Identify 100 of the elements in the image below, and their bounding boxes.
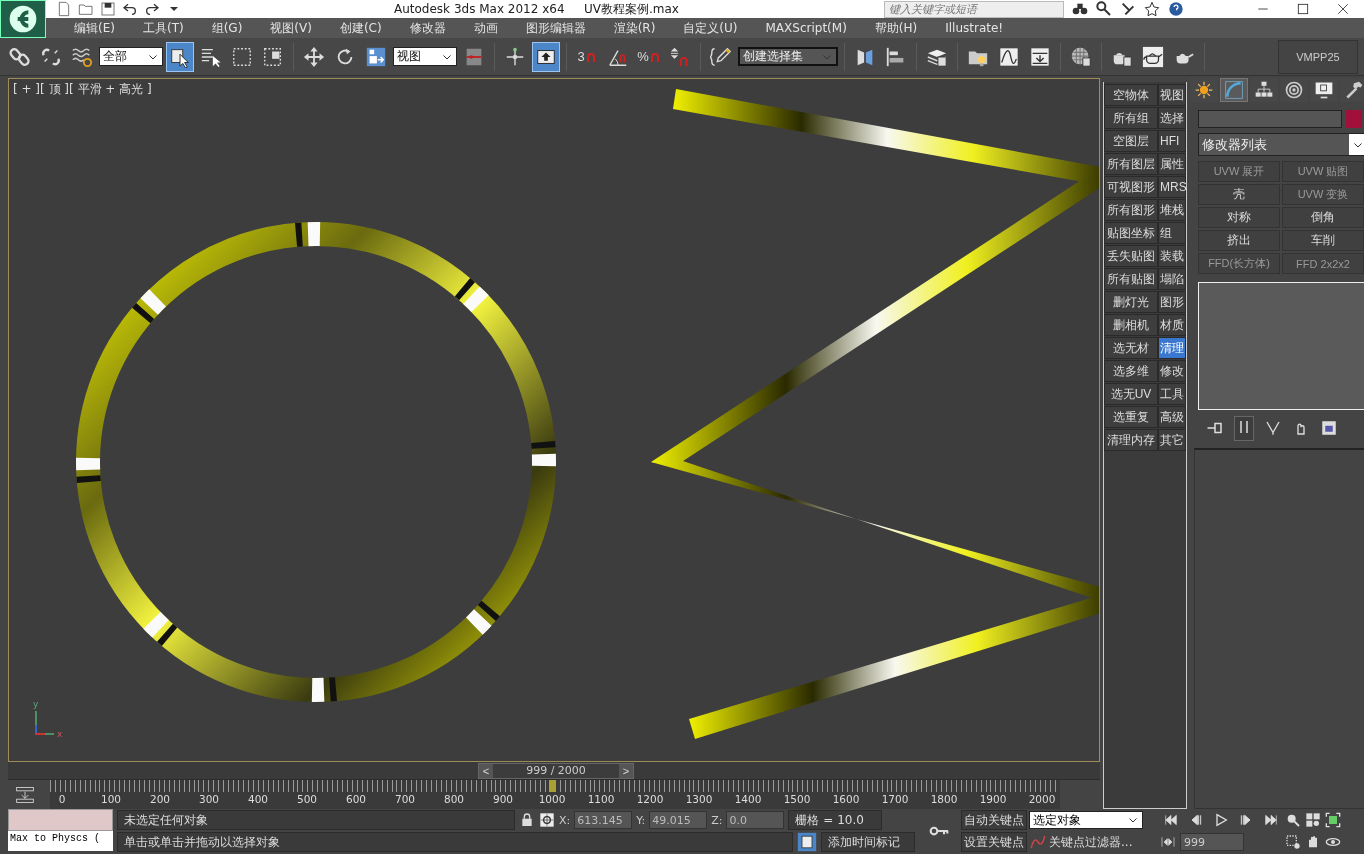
fork-icon[interactable] xyxy=(1264,419,1282,437)
script-button[interactable]: 修改 xyxy=(1158,360,1186,382)
script-button[interactable]: 视图 xyxy=(1158,84,1186,106)
script-button[interactable]: 删相机 xyxy=(1104,314,1158,336)
script-listener-output[interactable]: Max to Physcs ( xyxy=(8,831,113,851)
script-button[interactable]: 所有贴图 xyxy=(1104,268,1158,290)
menu-item[interactable]: 视图(V) xyxy=(256,19,326,37)
modifier-button[interactable]: 倒角 xyxy=(1282,207,1364,228)
absolute-mode-icon[interactable] xyxy=(539,812,555,828)
menu-item[interactable]: 组(G) xyxy=(197,19,257,37)
x-field[interactable]: 613.145 xyxy=(574,811,633,829)
script-button[interactable]: 清理内存 xyxy=(1104,429,1158,451)
region-zoom-icon[interactable] xyxy=(1285,834,1301,850)
modifier-button[interactable]: 壳 xyxy=(1198,184,1280,205)
script-button[interactable]: 空物体 xyxy=(1104,84,1158,106)
menu-item[interactable]: 动画 xyxy=(459,19,512,37)
configure-icon[interactable] xyxy=(1320,419,1338,437)
name-field[interactable] xyxy=(1198,110,1342,128)
zoom-icon[interactable] xyxy=(1285,812,1301,828)
zoom-extents-icon[interactable] xyxy=(1325,812,1341,828)
y-field[interactable]: 49.015 xyxy=(649,811,708,829)
script-button[interactable]: 组 xyxy=(1158,222,1186,244)
menu-item[interactable]: Illustrate! xyxy=(931,21,1018,35)
script-button[interactable]: 其它 xyxy=(1158,429,1186,451)
previous-frame-button[interactable]: < xyxy=(479,764,493,778)
star-icon[interactable] xyxy=(1144,1,1160,17)
script-button[interactable]: 堆栈 xyxy=(1158,199,1186,221)
script-button[interactable]: 空图层 xyxy=(1104,130,1158,152)
app-logo[interactable] xyxy=(0,0,46,38)
modifier-stack[interactable] xyxy=(1198,282,1364,410)
undo-icon[interactable] xyxy=(122,1,138,17)
redo-icon[interactable] xyxy=(144,1,160,17)
search-field[interactable]: 键入关键字或短语 xyxy=(884,0,1064,18)
save-icon[interactable] xyxy=(100,1,116,17)
snap-toggle[interactable]: 3 xyxy=(573,41,601,72)
toolbar-button[interactable]: VMPP25 xyxy=(1278,39,1358,74)
color-swatch[interactable] xyxy=(1346,110,1362,128)
script-button[interactable]: 所有图层 xyxy=(1104,153,1158,175)
script-button[interactable]: 清理 xyxy=(1158,337,1186,359)
script-button[interactable]: 选无UV xyxy=(1104,383,1158,405)
lock-icon[interactable] xyxy=(519,812,535,828)
script-button[interactable]: 选多维 xyxy=(1104,360,1158,382)
maximize-icon[interactable] xyxy=(1296,2,1310,16)
script-listener-field[interactable] xyxy=(8,809,113,831)
script-button[interactable]: 丢失贴图 xyxy=(1104,245,1158,267)
menu-item[interactable]: 修改器 xyxy=(395,19,460,37)
menu-item[interactable]: 帮助(H) xyxy=(860,19,932,37)
script-button[interactable]: 图形 xyxy=(1158,291,1186,313)
key-mode-icon[interactable] xyxy=(1160,834,1176,850)
menu-item[interactable]: 图形编辑器 xyxy=(511,19,600,37)
z-field[interactable]: 0.0 xyxy=(726,811,785,829)
auto-key-button[interactable]: 自动关键点 xyxy=(961,810,1027,830)
snap-toggle[interactable]: % xyxy=(635,41,663,72)
script-button[interactable]: 可视图形 xyxy=(1104,176,1158,198)
set-key-button[interactable]: 设置关键点 xyxy=(961,832,1027,852)
script-button[interactable]: 所有图形 xyxy=(1104,199,1158,221)
dropdown[interactable]: 创建选择集 xyxy=(738,47,838,66)
script-button[interactable]: 贴图坐标 xyxy=(1104,222,1158,244)
script-button[interactable]: 工具 xyxy=(1158,383,1186,405)
modifier-list-dropdown[interactable]: 修改器列表 xyxy=(1198,133,1364,156)
menu-item[interactable]: 创建(C) xyxy=(325,19,396,37)
menu-item[interactable]: MAXScript(M) xyxy=(751,21,861,35)
selection-set-dropdown[interactable]: 选定对象 xyxy=(1029,811,1143,829)
script-button[interactable]: MRS xyxy=(1158,176,1186,198)
binoculars-icon[interactable] xyxy=(1072,1,1088,17)
zoom-all-icon[interactable] xyxy=(1305,812,1321,828)
time-tag-icon[interactable] xyxy=(797,832,817,852)
script-button[interactable]: 删灯光 xyxy=(1104,291,1158,313)
script-button[interactable]: 选择 xyxy=(1158,107,1186,129)
script-button[interactable]: HFI xyxy=(1158,130,1186,152)
curve-editor-toggle-icon[interactable] xyxy=(15,784,35,805)
script-button[interactable]: 选无材 xyxy=(1104,337,1158,359)
menu-item[interactable]: 工具(T) xyxy=(128,19,198,37)
tool-button[interactable] xyxy=(532,41,560,72)
script-button[interactable]: 高级 xyxy=(1158,406,1186,428)
viewport-label[interactable]: [ + ][ 顶 ][ 平滑 + 高光 ] xyxy=(13,81,152,98)
next-frame-button[interactable]: > xyxy=(619,764,633,778)
script-button[interactable]: 装载 xyxy=(1158,245,1186,267)
script-button[interactable]: 塌陷 xyxy=(1158,268,1186,290)
viewport[interactable]: [ + ][ 顶 ][ 平滑 + 高光 ] y x xyxy=(8,78,1100,762)
dropdown[interactable]: 视图 xyxy=(393,47,457,66)
script-button[interactable]: 材质 xyxy=(1158,314,1186,336)
add-time-tag[interactable]: 添加时间标记 xyxy=(821,832,915,852)
script-button[interactable]: 选重复 xyxy=(1104,406,1158,428)
time-slider-track[interactable]: < 999 / 2000 > xyxy=(8,762,1100,780)
frame-field[interactable]: 999 xyxy=(1180,833,1244,851)
tool-button[interactable] xyxy=(166,41,194,72)
modifier-button[interactable]: 挤出 xyxy=(1198,230,1280,251)
modifier-button[interactable]: 对称 xyxy=(1198,207,1280,228)
script-button[interactable]: 属性 xyxy=(1158,153,1186,175)
timeline-ruler[interactable]: 0 100 200 300 400 500 600 700 800 900 1000 1100 1200 1300 1400 1500 1600 1700 1800 1900 2000 xyxy=(50,780,1060,809)
menu-item[interactable]: 自定义(U) xyxy=(669,19,752,37)
key-filters-link[interactable]: 关键点过滤器... xyxy=(1049,833,1133,851)
go-to-start-icon[interactable] xyxy=(1162,812,1179,828)
help-icon[interactable] xyxy=(1168,1,1184,17)
close-icon[interactable] xyxy=(1336,2,1350,16)
menu-item[interactable]: 渲染(R) xyxy=(599,19,670,37)
menu-item[interactable]: 编辑(E) xyxy=(60,19,129,37)
go-to-end-icon[interactable] xyxy=(1262,812,1279,828)
time-slider-thumb[interactable]: < 999 / 2000 > xyxy=(478,763,634,779)
